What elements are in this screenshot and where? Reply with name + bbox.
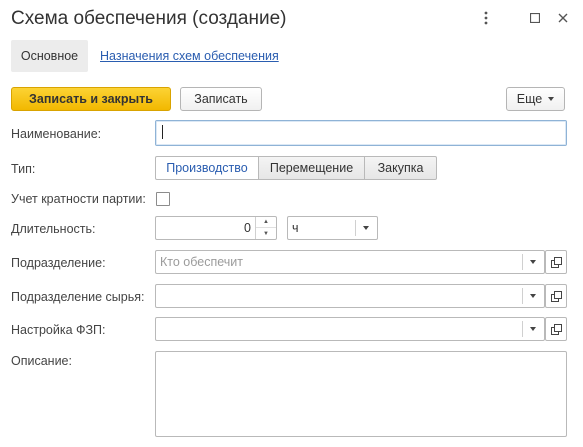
chevron-down-icon[interactable] — [522, 318, 544, 340]
stepper-down-icon[interactable]: ▼ — [256, 228, 276, 239]
save-and-close-button[interactable]: Записать и закрыть — [11, 87, 171, 111]
raw-division-label: Подразделение сырья: — [11, 290, 145, 304]
type-option-transfer[interactable]: Перемещение — [258, 156, 365, 180]
duration-input[interactable]: 0 ▲ ▼ — [155, 216, 277, 240]
duration-unit-select[interactable]: ч — [287, 216, 378, 240]
maximize-icon[interactable] — [527, 9, 543, 27]
more-label: Еще — [516, 92, 543, 106]
duration-label: Длительность: — [11, 222, 96, 236]
fzp-label: Настройка ФЗП: — [11, 323, 106, 337]
description-textarea[interactable] — [155, 351, 567, 437]
type-label: Тип: — [11, 162, 36, 176]
save-button[interactable]: Записать — [180, 87, 262, 111]
stepper-up-icon[interactable]: ▲ — [256, 217, 276, 228]
chevron-down-icon[interactable] — [355, 217, 377, 239]
open-division-button[interactable] — [545, 250, 567, 274]
duration-stepper[interactable]: ▲ ▼ — [255, 217, 276, 239]
type-option-production[interactable]: Производство — [155, 156, 259, 180]
more-options-icon[interactable] — [478, 9, 494, 27]
chevron-down-icon[interactable] — [522, 285, 544, 307]
close-icon[interactable] — [555, 9, 571, 27]
open-icon — [550, 290, 562, 302]
open-icon — [550, 256, 562, 268]
raw-division-input[interactable] — [155, 284, 545, 308]
tab-main[interactable]: Основное — [11, 40, 88, 72]
chevron-down-icon — [548, 97, 555, 101]
tab-assignments-link[interactable]: Назначения схем обеспечения — [100, 49, 279, 63]
more-button[interactable]: Еще — [506, 87, 565, 111]
window-title: Схема обеспечения (создание) — [11, 8, 287, 29]
duration-unit-value: ч — [292, 221, 299, 235]
division-placeholder: Кто обеспечит — [160, 255, 243, 269]
name-input[interactable] — [155, 120, 567, 146]
chevron-down-icon[interactable] — [522, 251, 544, 273]
division-input[interactable]: Кто обеспечит — [155, 250, 545, 274]
open-icon — [550, 323, 562, 335]
type-selector[interactable]: Производство Перемещение Закупка — [155, 156, 437, 180]
type-option-purchase[interactable]: Закупка — [364, 156, 437, 180]
open-raw-division-button[interactable] — [545, 284, 567, 308]
name-label: Наименование: — [11, 127, 102, 141]
text-cursor — [162, 125, 163, 139]
duration-value: 0 — [244, 221, 251, 235]
description-label: Описание: — [11, 354, 72, 368]
division-label: Подразделение: — [11, 256, 106, 270]
open-fzp-button[interactable] — [545, 317, 567, 341]
batch-label: Учет кратности партии: — [11, 192, 146, 206]
batch-checkbox[interactable] — [156, 192, 170, 206]
fzp-input[interactable] — [155, 317, 545, 341]
